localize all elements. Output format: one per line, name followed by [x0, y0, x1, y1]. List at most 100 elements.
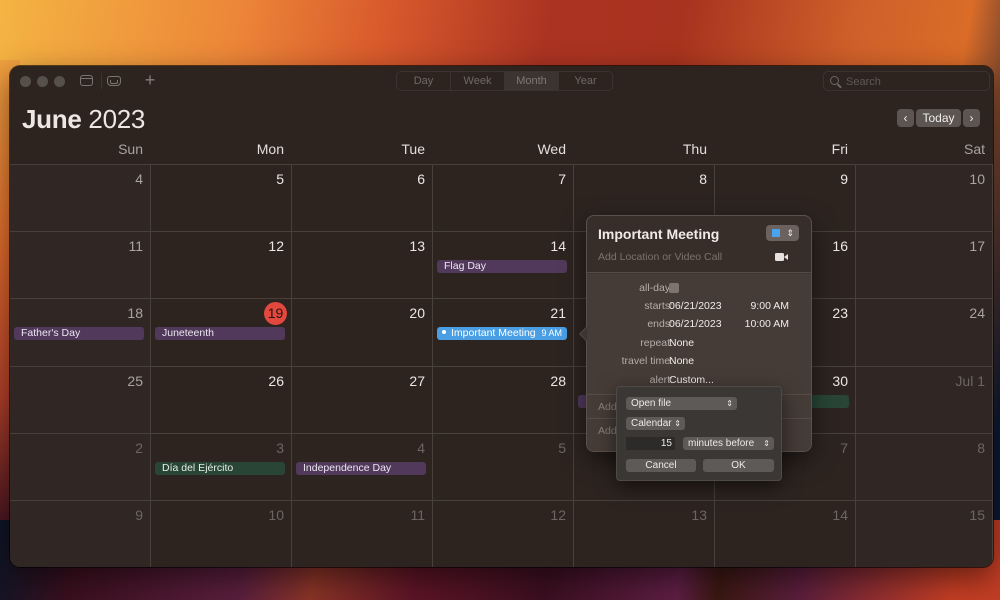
date-number: 9 [135, 507, 143, 523]
date-number: 25 [127, 373, 143, 389]
add-event-icon[interactable]: + [142, 71, 158, 89]
day-cell[interactable]: 7 [433, 165, 574, 232]
ok-button[interactable]: OK [703, 459, 774, 472]
day-cell[interactable]: 27 [292, 367, 433, 434]
calendar-color-picker[interactable]: ⇕ [766, 225, 799, 241]
day-cell[interactable]: 11 [10, 232, 151, 299]
date-number: 13 [691, 507, 707, 523]
event-time: 9 AM [541, 328, 562, 338]
minimize-window-button[interactable] [37, 76, 48, 87]
day-cell[interactable]: 10 [151, 501, 292, 567]
title-year: 2023 [88, 104, 146, 134]
inbox-icon[interactable] [107, 76, 121, 86]
weekday-mon: Mon [256, 141, 284, 157]
day-cell[interactable]: 5 [433, 434, 574, 501]
view-switcher: Day Week Month Year [396, 71, 613, 91]
alert-value[interactable]: Custom... [669, 374, 714, 386]
day-cell[interactable]: 26 [151, 367, 292, 434]
date-number: 18 [127, 305, 143, 321]
day-cell[interactable]: 4 [10, 165, 151, 232]
day-cell[interactable]: 6 [292, 165, 433, 232]
event-label: Important Meeting [451, 327, 536, 339]
day-cell[interactable]: 14 [715, 501, 856, 567]
toolbar-divider [101, 73, 102, 89]
weekday-sun: Sun [118, 141, 143, 157]
travel-row: travel time: None [587, 355, 811, 371]
date-number: 12 [550, 507, 566, 523]
travel-value[interactable]: None [669, 355, 694, 367]
date-number: 21 [550, 305, 566, 321]
day-cell[interactable]: 25 [10, 367, 151, 434]
event-label: Día del Ejército [162, 462, 234, 474]
tab-week[interactable]: Week [451, 72, 505, 90]
day-cell[interactable]: 9 [10, 501, 151, 567]
date-number: 9 [840, 171, 848, 187]
tab-month[interactable]: Month [505, 72, 559, 90]
close-window-button[interactable] [20, 76, 31, 87]
day-cell[interactable]: 21 Important Meeting 9 AM [433, 299, 574, 367]
event-dot-icon [442, 330, 446, 335]
date-number: 5 [558, 440, 566, 456]
date-number: 16 [832, 238, 848, 254]
date-number: 4 [417, 440, 425, 456]
day-cell[interactable]: 13 [574, 501, 715, 567]
zoom-window-button[interactable] [54, 76, 65, 87]
search-input[interactable] [846, 74, 986, 89]
alert-unit-select[interactable]: minutes before ⇕ [683, 437, 774, 450]
calendar-event[interactable]: Flag Day [437, 260, 567, 273]
calendar-event[interactable]: Independence Day [296, 462, 426, 475]
day-cell[interactable]: 11 [292, 501, 433, 567]
location-field[interactable]: Add Location or Video Call [598, 251, 722, 263]
alert-amount-input[interactable] [626, 437, 675, 450]
day-cell[interactable]: 2 [10, 434, 151, 501]
day-cell[interactable]: 17 [856, 232, 993, 299]
day-cell[interactable]: 24 [856, 299, 993, 367]
day-cell[interactable]: 20 [292, 299, 433, 367]
day-cell[interactable]: 3 Día del Ejército [151, 434, 292, 501]
starts-time[interactable]: 9:00 AM [750, 300, 789, 312]
starts-date[interactable]: 06/21/2023 [669, 300, 722, 312]
repeat-value[interactable]: None [669, 337, 694, 349]
tab-year[interactable]: Year [559, 72, 612, 90]
ends-time[interactable]: 10:00 AM [745, 318, 789, 330]
date-number: 20 [409, 305, 425, 321]
calendar-event[interactable]: Juneteenth [155, 327, 285, 340]
day-cell[interactable]: 15 [856, 501, 993, 567]
date-number: 27 [409, 373, 425, 389]
calendar-event[interactable]: Important Meeting 9 AM [437, 327, 567, 340]
date-number: 11 [410, 507, 425, 523]
date-number: 7 [558, 171, 566, 187]
day-cell[interactable]: 10 [856, 165, 993, 232]
today-button[interactable]: Today [916, 109, 961, 127]
cancel-button[interactable]: Cancel [626, 459, 696, 472]
day-cell[interactable]: Jul 1 [856, 367, 993, 434]
day-cell[interactable]: 12 [433, 501, 574, 567]
next-month-button[interactable]: › [963, 109, 980, 127]
calendar-event[interactable]: Día del Ejército [155, 462, 285, 475]
video-call-icon[interactable] [775, 253, 788, 261]
ends-date[interactable]: 06/21/2023 [669, 318, 722, 330]
alert-action-select[interactable]: Open file ⇕ [626, 397, 737, 410]
day-cell[interactable]: 13 [292, 232, 433, 299]
day-cell[interactable]: 5 [151, 165, 292, 232]
day-cell[interactable]: 12 [151, 232, 292, 299]
title-month: June [22, 104, 82, 134]
day-cell[interactable]: 18 Father's Day [10, 299, 151, 367]
day-cell[interactable]: 14 Flag Day [433, 232, 574, 299]
allday-checkbox[interactable] [669, 283, 679, 293]
day-cell[interactable]: 4 Independence Day [292, 434, 433, 501]
date-number: 30 [832, 373, 848, 389]
date-number: 28 [550, 373, 566, 389]
day-cell[interactable]: 19 Juneteenth [151, 299, 292, 367]
previous-month-button[interactable]: ‹ [897, 109, 914, 127]
event-title-field[interactable]: Important Meeting [598, 226, 719, 242]
tab-day[interactable]: Day [397, 72, 451, 90]
calendar-event[interactable]: Father's Day [14, 327, 144, 340]
alert-unit-value: minutes before [688, 438, 755, 449]
day-cell[interactable]: 28 [433, 367, 574, 434]
day-cell[interactable]: 8 [856, 434, 993, 501]
search-icon [830, 76, 839, 85]
alert-app-select[interactable]: Calendar ⇕ [626, 417, 685, 430]
chevron-updown-icon: ⇕ [786, 228, 794, 238]
calendars-list-icon[interactable] [80, 75, 93, 86]
